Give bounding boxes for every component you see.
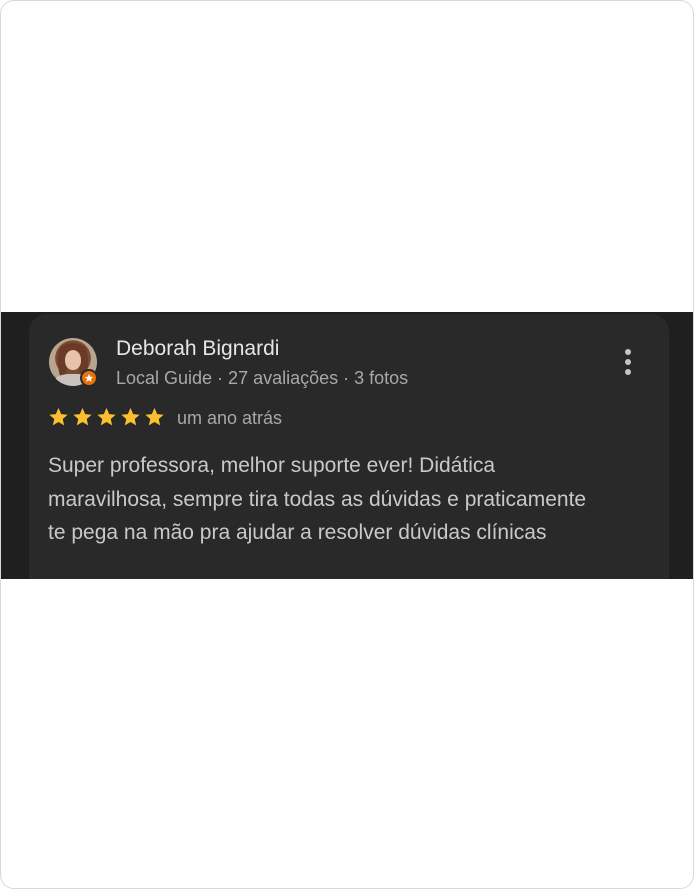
star-icon	[121, 407, 140, 426]
more-vert-icon[interactable]	[615, 344, 641, 380]
review-card: Deborah Bignardi Local Guide · 27 avalia…	[29, 314, 669, 579]
avatar[interactable]	[49, 338, 98, 387]
star-rating	[47, 406, 166, 428]
review-time: um ano atrás	[177, 408, 283, 428]
review-band: Deborah Bignardi Local Guide · 27 avalia…	[1, 312, 693, 579]
star-icon	[49, 407, 68, 426]
screenshot-frame: Deborah Bignardi Local Guide · 27 avalia…	[0, 0, 694, 889]
star-icon	[145, 407, 164, 426]
local-guide-badge-icon	[80, 369, 98, 387]
review-text: Super professora, melhor suporte ever! D…	[48, 454, 587, 544]
author-name[interactable]: Deborah Bignardi	[116, 335, 279, 363]
star-icon	[73, 407, 92, 426]
star-icon	[97, 407, 116, 426]
author-meta[interactable]: Local Guide · 27 avaliações · 3 fotos	[116, 366, 408, 390]
